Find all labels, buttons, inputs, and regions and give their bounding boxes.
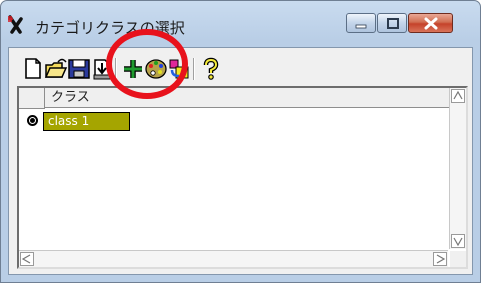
table-row[interactable]: class 1 — [19, 111, 448, 133]
close-icon — [424, 17, 438, 30]
open-folder-icon[interactable] — [44, 56, 68, 82]
toolbar-separator — [193, 58, 195, 80]
client-area: クラス class 1 — [8, 47, 473, 275]
close-button[interactable] — [408, 13, 453, 33]
horizontal-scrollbar[interactable] — [19, 250, 448, 267]
paint-fill-icon[interactable] — [167, 56, 191, 82]
minimize-button[interactable] — [346, 13, 376, 33]
minimize-icon — [355, 24, 367, 29]
scroll-left-arrow-icon[interactable] — [20, 252, 34, 266]
title-bar[interactable]: カテゴリクラスの選択 — [7, 11, 474, 41]
save-icon[interactable] — [67, 56, 91, 82]
maximize-icon — [387, 18, 399, 29]
header-blank-cell — [19, 88, 45, 109]
toolbar-separator — [115, 58, 117, 80]
import-icon[interactable] — [90, 56, 114, 82]
scrollbar-corner — [450, 251, 466, 267]
class-list[interactable]: クラス class 1 — [17, 86, 468, 269]
window-title: カテゴリクラスの選択 — [35, 19, 185, 37]
scroll-right-arrow-icon[interactable] — [433, 252, 447, 266]
vertical-scrollbar[interactable] — [449, 88, 466, 249]
palette-icon[interactable] — [144, 56, 168, 82]
column-header-class[interactable]: クラス — [45, 88, 450, 108]
scroll-down-arrow-icon[interactable] — [451, 234, 465, 248]
row-radio-button[interactable] — [27, 115, 38, 126]
app-icon — [8, 15, 23, 34]
new-document-icon[interactable] — [21, 56, 45, 82]
maximize-button[interactable] — [377, 13, 407, 33]
add-icon[interactable] — [121, 56, 145, 82]
help-icon[interactable] — [199, 56, 223, 82]
scroll-up-arrow-icon[interactable] — [451, 89, 465, 103]
dialog-window: カテゴリクラスの選択 クラス class 1 — [0, 0, 481, 283]
class-name-cell[interactable]: class 1 — [43, 112, 130, 131]
table-header: クラス — [19, 88, 450, 109]
